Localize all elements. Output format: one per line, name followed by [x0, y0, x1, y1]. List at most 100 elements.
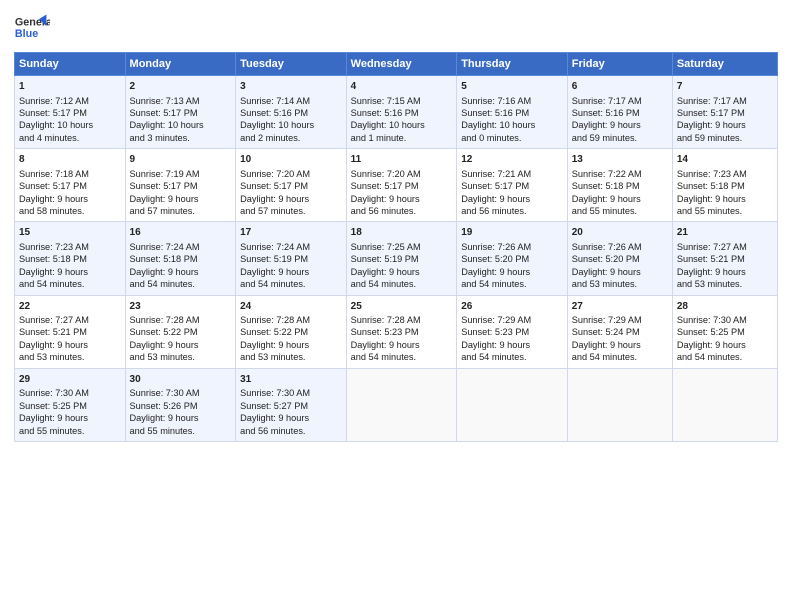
cell-info-line: Sunrise: 7:30 AM	[677, 314, 773, 326]
day-number: 1	[19, 80, 121, 94]
day-number: 30	[130, 373, 232, 387]
cell-info-line: and 54 minutes.	[351, 351, 453, 363]
cell-info-line: and 57 minutes.	[240, 205, 342, 217]
cell-info-line: Sunset: 5:16 PM	[572, 107, 668, 119]
calendar-cell: 11Sunrise: 7:20 AMSunset: 5:17 PMDayligh…	[346, 149, 457, 222]
day-number: 13	[572, 153, 668, 167]
cell-info-line: Sunrise: 7:17 AM	[677, 95, 773, 107]
cell-info-line: Daylight: 9 hours	[572, 339, 668, 351]
cell-info-line: Sunset: 5:16 PM	[461, 107, 563, 119]
cell-info-line: and 59 minutes.	[572, 132, 668, 144]
cell-info-line: Sunset: 5:18 PM	[130, 253, 232, 265]
calendar-header-row: SundayMondayTuesdayWednesdayThursdayFrid…	[15, 53, 778, 76]
cell-info-line: and 3 minutes.	[130, 132, 232, 144]
cell-info-line: Sunset: 5:23 PM	[461, 326, 563, 338]
cell-info-line: and 59 minutes.	[677, 132, 773, 144]
cell-info-line: Sunset: 5:25 PM	[19, 400, 121, 412]
cell-info-line: Sunset: 5:16 PM	[240, 107, 342, 119]
cell-info-line: Daylight: 10 hours	[351, 119, 453, 131]
cell-info-line: Sunrise: 7:23 AM	[19, 241, 121, 253]
week-row-4: 22Sunrise: 7:27 AMSunset: 5:21 PMDayligh…	[15, 295, 778, 368]
calendar-cell	[457, 368, 568, 441]
cell-info-line: Daylight: 9 hours	[461, 193, 563, 205]
cell-info-line: Sunset: 5:17 PM	[19, 107, 121, 119]
day-number: 14	[677, 153, 773, 167]
day-number: 24	[240, 300, 342, 314]
cell-info-line: and 54 minutes.	[19, 278, 121, 290]
cell-info-line: Daylight: 9 hours	[19, 193, 121, 205]
cell-info-line: Sunset: 5:17 PM	[240, 180, 342, 192]
cell-info-line: Daylight: 9 hours	[19, 412, 121, 424]
day-number: 8	[19, 153, 121, 167]
header-friday: Friday	[567, 53, 672, 76]
cell-info-line: Sunset: 5:20 PM	[461, 253, 563, 265]
week-row-2: 8Sunrise: 7:18 AMSunset: 5:17 PMDaylight…	[15, 149, 778, 222]
header-sunday: Sunday	[15, 53, 126, 76]
cell-info-line: Sunrise: 7:20 AM	[240, 168, 342, 180]
cell-info-line: and 56 minutes.	[351, 205, 453, 217]
cell-info-line: Sunrise: 7:22 AM	[572, 168, 668, 180]
cell-info-line: and 56 minutes.	[461, 205, 563, 217]
day-number: 6	[572, 80, 668, 94]
calendar-cell: 7Sunrise: 7:17 AMSunset: 5:17 PMDaylight…	[672, 76, 777, 149]
calendar-cell: 23Sunrise: 7:28 AMSunset: 5:22 PMDayligh…	[125, 295, 236, 368]
cell-info-line: Sunset: 5:24 PM	[572, 326, 668, 338]
cell-info-line: and 54 minutes.	[461, 278, 563, 290]
cell-info-line: Sunset: 5:20 PM	[572, 253, 668, 265]
cell-info-line: Daylight: 9 hours	[240, 193, 342, 205]
cell-info-line: Sunrise: 7:24 AM	[130, 241, 232, 253]
cell-info-line: Sunrise: 7:30 AM	[19, 387, 121, 399]
cell-info-line: and 54 minutes.	[677, 351, 773, 363]
cell-info-line: Daylight: 9 hours	[130, 193, 232, 205]
cell-info-line: and 1 minute.	[351, 132, 453, 144]
cell-info-line: Sunrise: 7:20 AM	[351, 168, 453, 180]
cell-info-line: and 53 minutes.	[572, 278, 668, 290]
day-number: 29	[19, 373, 121, 387]
cell-info-line: Sunrise: 7:16 AM	[461, 95, 563, 107]
calendar-cell: 30Sunrise: 7:30 AMSunset: 5:26 PMDayligh…	[125, 368, 236, 441]
cell-info-line: Sunrise: 7:14 AM	[240, 95, 342, 107]
cell-info-line: Sunrise: 7:29 AM	[572, 314, 668, 326]
day-number: 18	[351, 226, 453, 240]
day-number: 26	[461, 300, 563, 314]
calendar-cell: 3Sunrise: 7:14 AMSunset: 5:16 PMDaylight…	[236, 76, 347, 149]
calendar-cell: 16Sunrise: 7:24 AMSunset: 5:18 PMDayligh…	[125, 222, 236, 295]
cell-info-line: and 53 minutes.	[130, 351, 232, 363]
day-number: 16	[130, 226, 232, 240]
header: GeneralBlue	[14, 10, 778, 46]
cell-info-line: Daylight: 10 hours	[130, 119, 232, 131]
cell-info-line: Sunset: 5:27 PM	[240, 400, 342, 412]
cell-info-line: Sunset: 5:17 PM	[461, 180, 563, 192]
cell-info-line: Daylight: 9 hours	[461, 339, 563, 351]
cell-info-line: Sunset: 5:21 PM	[19, 326, 121, 338]
calendar-cell: 9Sunrise: 7:19 AMSunset: 5:17 PMDaylight…	[125, 149, 236, 222]
cell-info-line: Sunrise: 7:29 AM	[461, 314, 563, 326]
day-number: 4	[351, 80, 453, 94]
cell-info-line: Daylight: 9 hours	[351, 193, 453, 205]
cell-info-line: Sunrise: 7:30 AM	[130, 387, 232, 399]
header-wednesday: Wednesday	[346, 53, 457, 76]
calendar-cell: 8Sunrise: 7:18 AMSunset: 5:17 PMDaylight…	[15, 149, 126, 222]
calendar-cell: 28Sunrise: 7:30 AMSunset: 5:25 PMDayligh…	[672, 295, 777, 368]
page-container: GeneralBlue SundayMondayTuesdayWednesday…	[0, 0, 792, 448]
cell-info-line: Sunrise: 7:24 AM	[240, 241, 342, 253]
day-number: 11	[351, 153, 453, 167]
calendar-cell: 29Sunrise: 7:30 AMSunset: 5:25 PMDayligh…	[15, 368, 126, 441]
calendar-cell: 5Sunrise: 7:16 AMSunset: 5:16 PMDaylight…	[457, 76, 568, 149]
cell-info-line: Sunset: 5:22 PM	[240, 326, 342, 338]
cell-info-line: Sunset: 5:23 PM	[351, 326, 453, 338]
calendar-cell: 21Sunrise: 7:27 AMSunset: 5:21 PMDayligh…	[672, 222, 777, 295]
cell-info-line: Daylight: 9 hours	[130, 412, 232, 424]
day-number: 21	[677, 226, 773, 240]
cell-info-line: and 55 minutes.	[572, 205, 668, 217]
header-tuesday: Tuesday	[236, 53, 347, 76]
cell-info-line: Sunset: 5:19 PM	[351, 253, 453, 265]
cell-info-line: Sunrise: 7:26 AM	[572, 241, 668, 253]
week-row-5: 29Sunrise: 7:30 AMSunset: 5:25 PMDayligh…	[15, 368, 778, 441]
day-number: 23	[130, 300, 232, 314]
cell-info-line: Sunrise: 7:12 AM	[19, 95, 121, 107]
cell-info-line: and 54 minutes.	[351, 278, 453, 290]
cell-info-line: and 54 minutes.	[240, 278, 342, 290]
cell-info-line: Sunrise: 7:27 AM	[19, 314, 121, 326]
cell-info-line: Sunset: 5:17 PM	[351, 180, 453, 192]
